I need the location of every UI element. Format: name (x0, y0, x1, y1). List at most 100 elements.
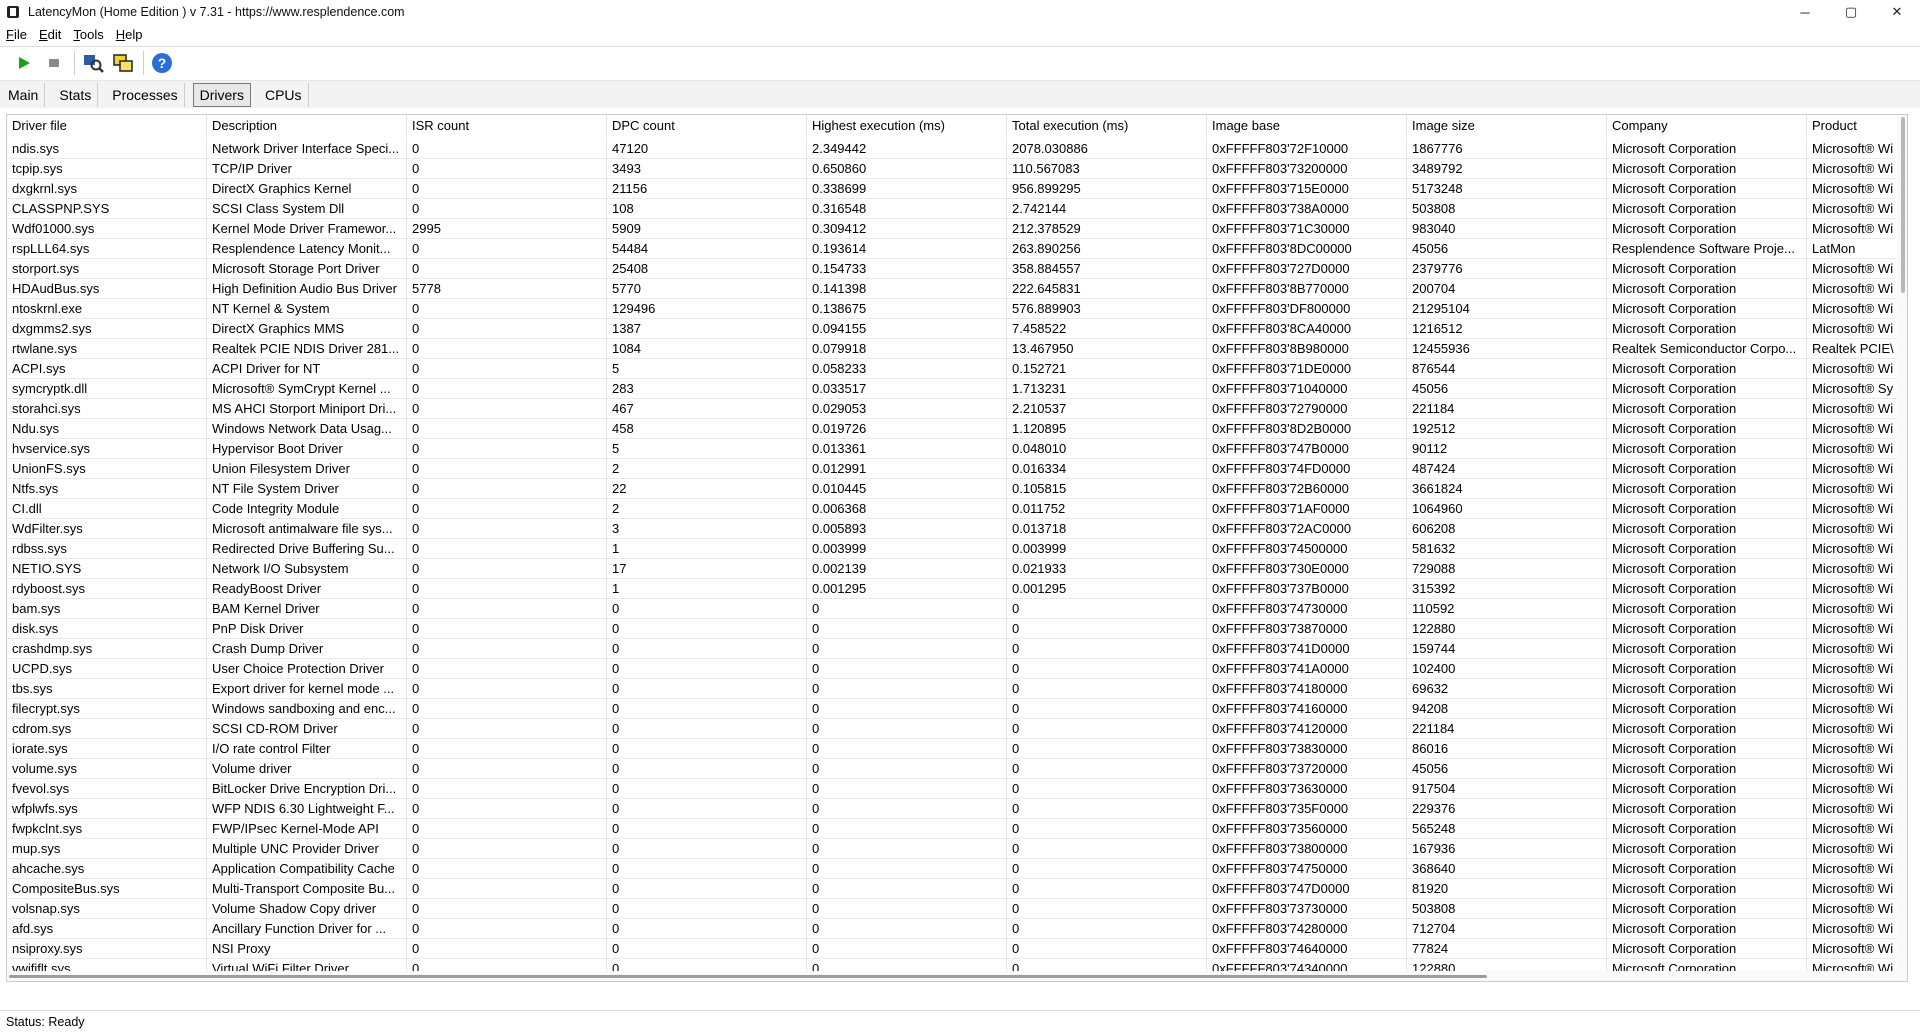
image-size-cell: 102400 (1407, 659, 1607, 679)
isr-count-cell: 0 (407, 499, 607, 519)
table-row[interactable]: nsiproxy.sys NSI Proxy 0 0 0 0 0xFFFFF803'7464… (7, 939, 1907, 959)
close-button[interactable]: ✕ (1874, 0, 1920, 24)
table-row[interactable]: crashdmp.sys Crash Dump Driver 0 0 0 0 0xFFFFF… (7, 639, 1907, 659)
table-row[interactable]: fvevol.sys BitLocker Drive Encryption Dri… (7, 779, 1907, 799)
table-row[interactable]: tbs.sys Export driver for kernel mode ...… (7, 679, 1907, 699)
horizontal-scrollbar[interactable] (7, 971, 1897, 981)
col-image-base-header[interactable]: Image base (1207, 115, 1407, 137)
image-size-cell: 81920 (1407, 879, 1607, 899)
vertical-scroll-thumb[interactable] (1901, 117, 1905, 293)
highest-execution-cell: 0 (807, 679, 1007, 699)
table-row[interactable]: ahcache.sys Application Compatibility Cac… (7, 859, 1907, 879)
minimize-button[interactable]: ─ (1782, 0, 1828, 24)
table-row[interactable]: CI.dll Code Integrity Module 0 2 0.006368 0.0… (7, 499, 1907, 519)
maximize-button[interactable]: ▢ (1828, 0, 1874, 24)
tab-stats[interactable]: Stats (53, 82, 99, 107)
tab-processes[interactable]: Processes (106, 82, 185, 107)
windows-button[interactable] (109, 49, 137, 77)
table-row[interactable]: afd.sys Ancillary Function Driver for ...… (7, 919, 1907, 939)
tab-main[interactable]: Main (2, 82, 46, 107)
table-row[interactable]: CompositeBus.sys Multi-Transport Composit… (7, 879, 1907, 899)
col-highest-execution-header[interactable]: Highest execution (ms) (807, 115, 1007, 137)
menu-edit[interactable]: Edit (39, 27, 61, 42)
company-cell: Microsoft Corporation (1607, 379, 1807, 399)
drivers-table[interactable]: Driver file Description ISR count DPC count… (6, 114, 1908, 982)
analyze-button[interactable] (79, 49, 107, 77)
driver-file-cell: crashdmp.sys (7, 639, 207, 659)
table-row[interactable]: wfplwfs.sys WFP NDIS 6.30 Lightweight F..… (7, 799, 1907, 819)
company-cell: Microsoft Corporation (1607, 499, 1807, 519)
menu-tools[interactable]: Tools (73, 27, 103, 42)
table-row[interactable]: HDAudBus.sys High Definition Audio Bus Dr… (7, 279, 1907, 299)
col-description-header[interactable]: Description (207, 115, 407, 137)
table-row[interactable]: UnionFS.sys Union Filesystem Driver 0 2 0.01… (7, 459, 1907, 479)
description-cell: BAM Kernel Driver (207, 599, 407, 619)
total-execution-cell: 0 (1007, 619, 1207, 639)
table-row[interactable]: CLASSPNP.SYS SCSI Class System Dll 0 108 0.3… (7, 199, 1907, 219)
table-row[interactable]: dxgkrnl.sys DirectX Graphics Kernel 0 21156… (7, 179, 1907, 199)
col-total-execution-header[interactable]: Total execution (ms) (1007, 115, 1207, 137)
total-execution-cell: 0 (1007, 779, 1207, 799)
menu-file[interactable]: File (6, 27, 27, 42)
help-icon: ? (152, 52, 172, 73)
isr-count-cell: 0 (407, 139, 607, 159)
total-execution-cell: 2.742144 (1007, 199, 1207, 219)
table-row[interactable]: cdrom.sys SCSI CD-ROM Driver 0 0 0 0 0xFFFFF80… (7, 719, 1907, 739)
col-image-size-header[interactable]: Image size (1407, 115, 1607, 137)
table-row[interactable]: tcpip.sys TCP/IP Driver 0 3493 0.650860 110.5… (7, 159, 1907, 179)
image-size-cell: 12455936 (1407, 339, 1607, 359)
dpc-count-cell: 0 (607, 639, 807, 659)
table-row[interactable]: ndis.sys Network Driver Interface Speci..… (7, 139, 1907, 159)
start-button[interactable] (10, 49, 38, 77)
table-row[interactable]: dxgmms2.sys DirectX Graphics MMS 0 1387 0.09… (7, 319, 1907, 339)
table-row[interactable]: ACPI.sys ACPI Driver for NT 0 5 0.058233 0.15… (7, 359, 1907, 379)
table-row[interactable]: rdbss.sys Redirected Drive Buffering Su..… (7, 539, 1907, 559)
highest-execution-cell: 0 (807, 859, 1007, 879)
table-row[interactable]: UCPD.sys User Choice Protection Driver 0 0 0… (7, 659, 1907, 679)
col-product-header[interactable]: Product (1807, 115, 1907, 137)
table-row[interactable]: filecrypt.sys Windows sandboxing and enc.… (7, 699, 1907, 719)
table-row[interactable]: rtwlane.sys Realtek PCIE NDIS Driver 281.… (7, 339, 1907, 359)
table-row[interactable]: bam.sys BAM Kernel Driver 0 0 0 0 0xFFFFF803'7… (7, 599, 1907, 619)
product-cell: Microsoft® Wi (1807, 359, 1907, 379)
table-row[interactable]: volsnap.sys Volume Shadow Copy driver 0 0 0 0… (7, 899, 1907, 919)
vertical-scrollbar[interactable] (1897, 115, 1907, 981)
table-row[interactable]: Ntfs.sys NT File System Driver 0 22 0.010445… (7, 479, 1907, 499)
total-execution-cell: 1.713231 (1007, 379, 1207, 399)
table-row[interactable]: fwpkclnt.sys FWP/IPsec Kernel-Mode API 0 0 0… (7, 819, 1907, 839)
table-row[interactable]: storahci.sys MS AHCI Storport Miniport Dr… (7, 399, 1907, 419)
description-cell: WFP NDIS 6.30 Lightweight F... (207, 799, 407, 819)
col-dpc-count-header[interactable]: DPC count (607, 115, 807, 137)
company-cell: Microsoft Corporation (1607, 919, 1807, 939)
table-row[interactable]: hvservice.sys Hypervisor Boot Driver 0 5 0.0… (7, 439, 1907, 459)
total-execution-cell: 2078.030886 (1007, 139, 1207, 159)
search-tool-icon (84, 54, 104, 73)
stop-button[interactable] (40, 49, 68, 77)
title-bar: LatencyMon (Home Edition ) v 7.31 - http… (0, 0, 1920, 24)
tab-drivers[interactable]: Drivers (192, 82, 251, 107)
table-row[interactable]: ntoskrnl.exe NT Kernel & System 0 129496 0.1… (7, 299, 1907, 319)
tab-cpus[interactable]: CPUs (259, 82, 309, 107)
table-row[interactable]: NETIO.SYS Network I/O Subsystem 0 17 0.00213… (7, 559, 1907, 579)
highest-execution-cell: 0.141398 (807, 279, 1007, 299)
table-row[interactable]: iorate.sys I/O rate control Filter 0 0 0 0 0xF… (7, 739, 1907, 759)
col-company-header[interactable]: Company (1607, 115, 1807, 137)
table-row[interactable]: volume.sys Volume driver 0 0 0 0 0xFFFFF803'73… (7, 759, 1907, 779)
table-row[interactable]: symcryptk.dll Microsoft® SymCrypt Kernel … (7, 379, 1907, 399)
menu-help[interactable]: Help (116, 27, 143, 42)
table-row[interactable]: storport.sys Microsoft Storage Port Drive… (7, 259, 1907, 279)
table-row[interactable]: mup.sys Multiple UNC Provider Driver 0 0 0 0 0… (7, 839, 1907, 859)
dpc-count-cell: 25408 (607, 259, 807, 279)
horizontal-scroll-thumb[interactable] (9, 975, 1487, 978)
highest-execution-cell: 0.079918 (807, 339, 1007, 359)
table-row[interactable]: rspLLL64.sys Resplendence Latency Monit..… (7, 239, 1907, 259)
table-row[interactable]: WdFilter.sys Microsoft antimalware file s… (7, 519, 1907, 539)
table-row[interactable]: Wdf01000.sys Kernel Mode Driver Framewor.… (7, 219, 1907, 239)
table-row[interactable]: Ndu.sys Windows Network Data Usag... 0 458 0… (7, 419, 1907, 439)
col-driver-file-header[interactable]: Driver file (7, 115, 207, 137)
table-row[interactable]: rdyboost.sys ReadyBoost Driver 0 1 0.001295 0… (7, 579, 1907, 599)
company-cell: Microsoft Corporation (1607, 519, 1807, 539)
col-isr-count-header[interactable]: ISR count (407, 115, 607, 137)
help-button[interactable]: ? (148, 49, 176, 77)
table-row[interactable]: disk.sys PnP Disk Driver 0 0 0 0 0xFFFFF803'73… (7, 619, 1907, 639)
